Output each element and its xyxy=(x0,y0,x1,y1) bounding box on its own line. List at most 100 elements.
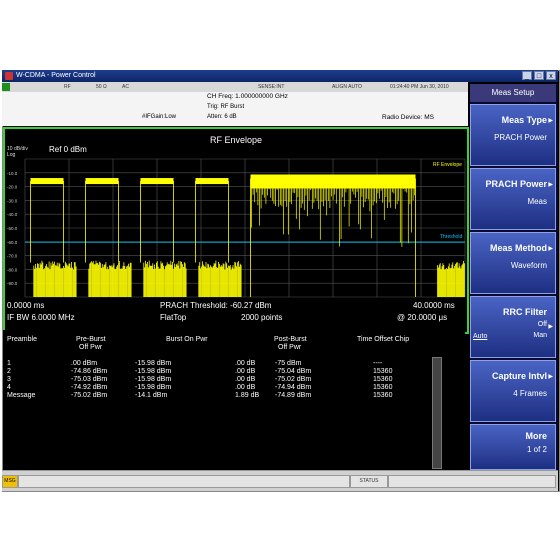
if-bandwidth: IF BW 6.0000 MHz xyxy=(7,313,75,322)
row-label: 3 xyxy=(7,376,11,383)
row-label: 2 xyxy=(7,368,11,375)
table-cell: 15360 xyxy=(373,376,393,383)
rrc-off-value: Off xyxy=(537,321,547,328)
envelope-legend: RF Envelope xyxy=(433,162,462,168)
rrc-filter-softkey[interactable]: RRC Filter Off Man Auto ▶ xyxy=(470,296,556,358)
table-cell: .00 dBm xyxy=(71,360,98,367)
table-cell: .00 dB xyxy=(235,360,256,367)
msg-indicator[interactable]: MSG xyxy=(2,475,18,488)
table-cell: -74.92 dBm xyxy=(71,384,108,391)
y-tick-label: -40.0 xyxy=(7,212,18,217)
minimize-button[interactable]: _ xyxy=(522,71,532,80)
measurement-info-panel: CH Freq: 1.000000000 GHz Trig: RF Burst … xyxy=(2,92,468,126)
table-cell: 1.89 dB xyxy=(235,392,260,399)
row-label: Message xyxy=(7,392,36,399)
post-message-noise xyxy=(437,260,465,297)
preamble-burst-2 xyxy=(85,178,119,185)
rf-input-label: RF xyxy=(64,84,71,90)
message-field xyxy=(18,475,350,488)
sense-label: SENSE:INT xyxy=(258,84,285,90)
y-tick-label: -10.0 xyxy=(7,171,18,176)
more-softkey[interactable]: More 1 of 2 xyxy=(470,424,556,470)
softkey-label: Meas Method xyxy=(489,243,547,253)
y-tick-label: -90.0 xyxy=(7,281,18,286)
submenu-arrow-icon: ▶ xyxy=(548,182,553,188)
if-gain: #IFGain:Low xyxy=(142,114,177,120)
row-label: 1 xyxy=(7,360,11,367)
trigger: Trig: RF Burst xyxy=(207,104,245,110)
table-cell: -75.02 dBm xyxy=(71,392,108,399)
status-field xyxy=(388,475,556,488)
y-tick-label: -50.0 xyxy=(7,226,18,231)
y-tick-label: -60.0 xyxy=(7,240,18,245)
submenu-arrow-icon: ▶ xyxy=(548,324,553,330)
attenuation: Atten: 6 dB xyxy=(207,114,237,120)
softkey-value: Meas xyxy=(527,197,547,206)
meas-type-softkey[interactable]: Meas Type PRACH Power ▶ xyxy=(470,104,556,166)
table-cell: -15.98 dBm xyxy=(135,360,172,367)
prach-threshold: PRACH Threshold: -60.27 dBm xyxy=(160,301,272,310)
submenu-arrow-icon: ▶ xyxy=(548,246,553,252)
table-cell: ---- xyxy=(373,360,383,367)
green-status-icon xyxy=(2,83,10,91)
detector-mode: FlatTop xyxy=(160,313,187,322)
window-title: W-CDMA - Power Control xyxy=(16,72,96,79)
maximize-button[interactable]: □ xyxy=(534,71,544,80)
table-cell: -15.98 dBm xyxy=(135,368,172,375)
header-preamble: Preamble xyxy=(7,336,37,343)
table-cell: 15360 xyxy=(373,392,393,399)
y-tick-label: -20.0 xyxy=(7,185,18,190)
rf-envelope-plot[interactable]: RF Envelope 10 dB/div Log Ref 0 dBm -10.… xyxy=(3,127,469,334)
status-indicator[interactable]: STATUS xyxy=(350,475,388,488)
instrument-status-bar: RF 50 Ω AC SENSE:INT ALIGN AUTO 01:24:40… xyxy=(2,82,468,92)
header-post-burst-sub: Off Pwr xyxy=(278,344,302,351)
softkey-label: More xyxy=(525,431,547,441)
softkey-value: 4 Frames xyxy=(513,389,547,398)
table-cell: -75 dBm xyxy=(275,360,302,367)
table-cell: -74.86 dBm xyxy=(71,368,108,375)
table-cell: .00 dB xyxy=(235,376,256,383)
impedance-label: 50 Ω xyxy=(96,84,107,90)
header-pre-burst-sub: Off Pwr xyxy=(79,344,103,351)
table-cell: -15.98 dBm xyxy=(135,384,172,391)
title-bar: W-CDMA - Power Control _ □ x xyxy=(2,70,558,82)
preamble-off-noise-4 xyxy=(198,260,242,297)
header-post-burst: Post-Burst xyxy=(274,336,307,343)
header-pre-burst: Pre-Burst xyxy=(76,336,106,343)
preamble-burst-4 xyxy=(195,178,229,185)
table-cell: -75.04 dBm xyxy=(275,368,312,375)
close-button[interactable]: x xyxy=(546,71,556,80)
prach-power-meas-softkey[interactable]: PRACH Power Meas ▶ xyxy=(470,168,556,230)
points-count: 2000 points xyxy=(241,313,283,322)
table-cell: -75.03 dBm xyxy=(71,376,108,383)
radio-device: Radio Device: MS xyxy=(382,114,435,121)
start-time: 0.0000 ms xyxy=(7,301,45,310)
softkey-label: RRC Filter xyxy=(502,307,547,317)
message-burst xyxy=(250,174,416,189)
submenu-arrow-icon: ▶ xyxy=(548,118,553,124)
capture-interval-softkey[interactable]: Capture Intvl 4 Frames ▶ xyxy=(470,360,556,422)
softkey-label: Meas Type xyxy=(501,115,547,125)
submenu-arrow-icon: ▶ xyxy=(548,374,553,380)
time-resolution: @ 20.0000 μs xyxy=(397,313,448,322)
align-label: ALIGN AUTO xyxy=(332,84,362,90)
table-scrollbar[interactable] xyxy=(432,357,442,469)
softkey-value: PRACH Power xyxy=(494,133,547,142)
table-cell: -75.02 dBm xyxy=(275,376,312,383)
table-cell: 15360 xyxy=(373,368,393,375)
ch-freq: CH Freq: 1.000000000 GHz xyxy=(207,93,288,100)
y-tick-label: -70.0 xyxy=(7,254,18,259)
header-burst-on: Burst On Pwr xyxy=(166,336,208,343)
table-cell: -15.98 dBm xyxy=(135,376,172,383)
bottom-status-bar: MSG STATUS xyxy=(2,470,558,491)
table-cell: -74.89 dBm xyxy=(275,392,312,399)
meas-method-softkey[interactable]: Meas Method Waveform ▶ xyxy=(470,232,556,294)
preamble-off-noise-2 xyxy=(88,260,132,297)
preamble-burst-1 xyxy=(30,178,64,185)
table-cell: 15360 xyxy=(373,384,393,391)
results-table: Preamble Pre-Burst Off Pwr Burst On Pwr … xyxy=(3,330,465,470)
table-cell: .00 dB xyxy=(235,368,256,375)
softkey-label: PRACH Power xyxy=(485,179,547,189)
row-label: 4 xyxy=(7,384,11,391)
softkey-label: Capture Intvl xyxy=(491,371,547,381)
